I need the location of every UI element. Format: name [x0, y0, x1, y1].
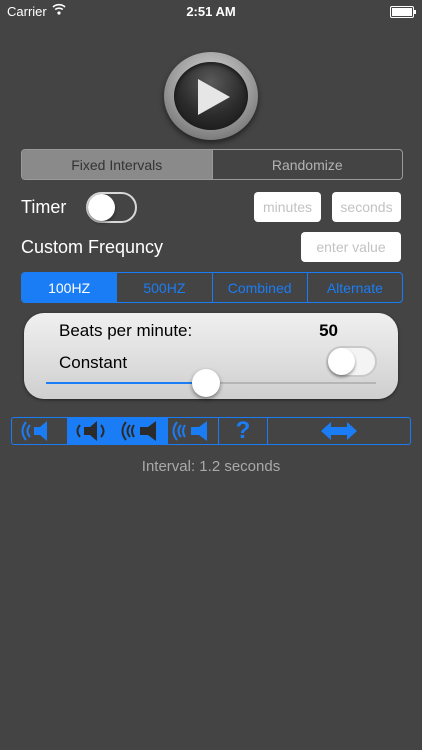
battery-icon — [390, 6, 416, 18]
sound-waves-right-icon — [121, 421, 156, 441]
speaker-left-icon — [21, 421, 47, 441]
sound-waves-right-button[interactable] — [116, 418, 167, 444]
interval-readout: Interval: 1.2 seconds — [141, 458, 281, 475]
timer-label: Timer — [21, 197, 67, 217]
slider-track — [206, 382, 376, 384]
frequency-segmented-control: 100HZ 500HZ Combined Alternate — [21, 272, 403, 303]
sound-waves-left-button[interactable] — [167, 418, 218, 444]
timer-toggle[interactable] — [86, 192, 137, 223]
play-icon — [174, 62, 248, 130]
seconds-field[interactable]: seconds — [332, 192, 401, 222]
speaker-both-icon — [76, 421, 105, 441]
segment-combined[interactable]: Combined — [211, 273, 307, 302]
status-time: 2:51 AM — [186, 4, 236, 19]
frequency-value-field[interactable]: enter value — [301, 232, 401, 262]
minutes-field[interactable]: minutes — [254, 192, 321, 222]
slider-track-fill — [46, 382, 206, 384]
sound-waves-left-icon — [172, 421, 207, 441]
beats-per-minute-label: Beats per minute: — [59, 321, 193, 340]
speaker-left-button[interactable] — [12, 418, 67, 444]
status-bar: Carrier 2:51 AM — [0, 0, 422, 22]
sound-toolbar: ? — [11, 417, 411, 445]
segment-500hz[interactable]: 500HZ — [116, 273, 211, 302]
segment-randomize[interactable]: Randomize — [211, 150, 403, 179]
swap-arrows-icon — [321, 422, 357, 440]
beats-panel: Beats per minute: 50 Constant — [24, 313, 398, 399]
toggle-knob — [88, 194, 115, 221]
custom-frequency-label: Custom Frequncy — [21, 237, 164, 257]
help-icon: ? — [235, 417, 251, 444]
beats-per-minute-value: 50 — [319, 321, 338, 340]
toggle-knob — [328, 348, 355, 375]
help-button[interactable]: ? — [218, 417, 267, 444]
play-button[interactable] — [164, 52, 258, 140]
swap-button[interactable] — [267, 418, 410, 444]
mode-segmented-control: Fixed Intervals Randomize — [21, 149, 403, 180]
beats-slider-thumb[interactable] — [192, 369, 220, 397]
segment-100hz[interactable]: 100HZ — [22, 273, 117, 302]
constant-toggle[interactable] — [326, 346, 377, 377]
segment-fixed-intervals[interactable]: Fixed Intervals — [22, 150, 212, 179]
constant-label: Constant — [59, 353, 128, 372]
segment-alternate[interactable]: Alternate — [306, 273, 402, 302]
speaker-both-button[interactable] — [67, 418, 116, 444]
